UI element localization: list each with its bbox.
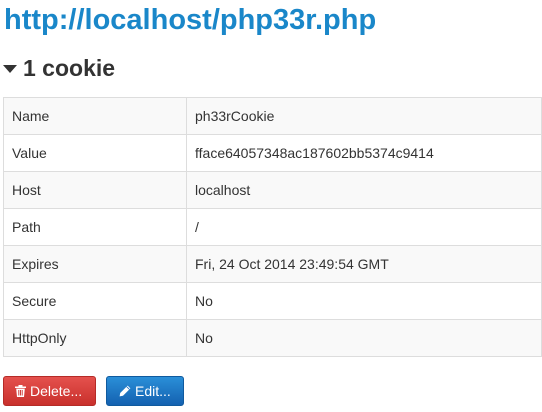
cookie-count-heading[interactable]: 1 cookie [3,53,115,83]
row-value-expires: Fri, 24 Oct 2014 23:49:54 GMT [186,245,542,283]
page-url-title: http://localhost/php33r.php [4,4,377,36]
table-row: Path / [3,208,542,246]
pencil-icon [119,385,131,397]
table-row: Value fface64057348ac187602bb5374c9414 [3,134,542,172]
row-key-expires: Expires [3,245,187,283]
row-key-httponly: HttpOnly [3,319,187,357]
row-key-secure: Secure [3,282,187,320]
row-key-value: Value [3,134,187,172]
row-value-name: ph33rCookie [186,97,542,135]
row-key-name: Name [3,97,187,135]
row-value-host: localhost [186,171,542,209]
caret-down-icon [3,65,17,73]
row-value-path: / [186,208,542,246]
row-key-host: Host [3,171,187,209]
table-row: Name ph33rCookie [3,97,542,135]
row-key-path: Path [3,208,187,246]
row-value-httponly: No [186,319,542,357]
table-row: HttpOnly No [3,319,542,357]
table-row: Secure No [3,282,542,320]
edit-button-label: Edit... [135,383,171,399]
cookie-details-table: Name ph33rCookie Value fface64057348ac18… [3,97,542,357]
row-value-secure: No [186,282,542,320]
table-row: Expires Fri, 24 Oct 2014 23:49:54 GMT [3,245,542,283]
table-row: Host localhost [3,171,542,209]
cookie-count-label: 1 cookie [23,54,116,81]
row-value-value: fface64057348ac187602bb5374c9414 [186,134,542,172]
delete-button-label: Delete... [30,383,83,399]
edit-button[interactable]: Edit... [106,376,184,406]
delete-button[interactable]: Delete... [3,376,96,406]
trash-icon [15,385,26,397]
